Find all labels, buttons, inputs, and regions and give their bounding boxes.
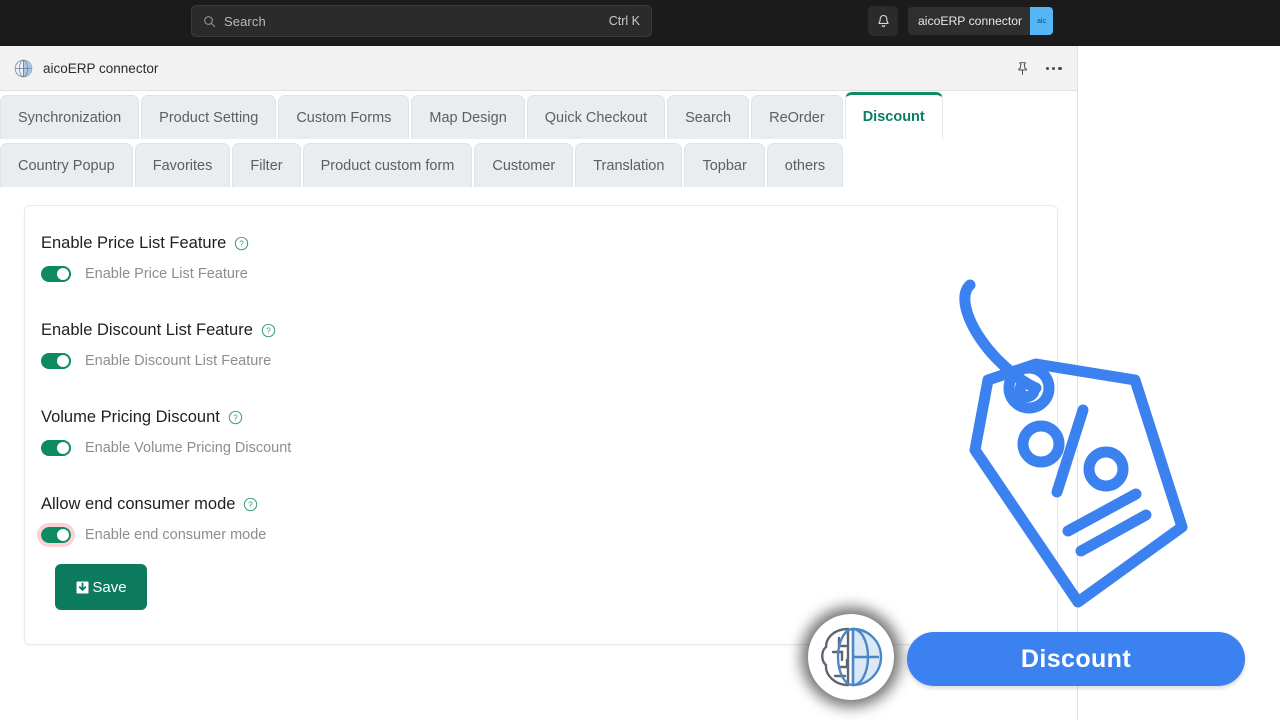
browser-top-bar: Search Ctrl K aicoERP connector aic [0, 0, 1280, 46]
question-circle-icon[interactable]: ? [228, 410, 243, 425]
setting-toggle-row: Enable end consumer mode [37, 523, 267, 547]
tab-label: Customer [492, 157, 556, 174]
setting-group: Volume Pricing Discount? Enable Volume Pr… [41, 408, 291, 456]
tab-topbar[interactable]: Topbar [684, 143, 765, 187]
ellipsis-icon[interactable] [1046, 66, 1063, 71]
setting-toggle-row: Enable Discount List Feature [41, 353, 276, 369]
tab-label: Translation [593, 157, 665, 174]
save-disk-icon [76, 581, 89, 593]
tab-label: Quick Checkout [544, 109, 648, 126]
app-header-actions [1015, 46, 1063, 91]
save-button[interactable]: Save [55, 564, 147, 610]
question-circle-icon[interactable]: ? [243, 497, 258, 512]
tab-label: Topbar [702, 157, 747, 174]
tab-product-setting[interactable]: Product Setting [141, 95, 277, 139]
tab-discount[interactable]: Discount [844, 92, 943, 139]
svg-text:?: ? [249, 501, 254, 510]
pin-icon[interactable] [1015, 61, 1030, 76]
tab-others[interactable]: others [766, 143, 844, 187]
tab-row-2: Country Popup Favorites Filter Product cust… [0, 139, 1077, 187]
tab-customer[interactable]: Customer [474, 143, 574, 187]
tab-label: Product custom form [320, 157, 455, 174]
toggle-label: Enable Discount List Feature [85, 353, 272, 369]
tab-label: Map Design [429, 109, 507, 126]
tab-map-design[interactable]: Map Design [411, 95, 525, 139]
setting-title-text: Enable Discount List Feature [41, 321, 253, 339]
setting-toggle-row: Enable Price List Feature [41, 266, 249, 282]
tab-label: Product Setting [159, 109, 259, 126]
tab-bar: Synchronization Product Setting Custom For… [0, 91, 1077, 187]
screen-root: Search Ctrl K aicoERP connector aic aico… [0, 0, 1280, 720]
tab-label: Search [685, 109, 732, 126]
setting-group-title: Allow end consumer mode? [41, 495, 266, 514]
setting-toggle-row: Enable Volume Pricing Discount [41, 440, 291, 456]
search-input[interactable]: Search Ctrl K [191, 5, 652, 37]
app-header: aicoERP connector [0, 46, 1077, 91]
tab-label: Discount [862, 109, 925, 125]
tab-label: ReOrder [769, 109, 825, 126]
setting-group: Allow end consumer mode? Enable end consu… [37, 495, 267, 547]
toggle-label: Enable Volume Pricing Discount [85, 440, 292, 456]
tab-favorites[interactable]: Favorites [134, 143, 231, 187]
discount-settings-card: Save Enable Price List Feature? Enable Pr… [24, 205, 1058, 645]
discount-tag-percent-icon [959, 279, 1188, 608]
account-name: aicoERP connector [918, 14, 1023, 28]
tab-label: Favorites [152, 157, 213, 174]
setting-group-title: Enable Price List Feature? [41, 234, 249, 253]
tab-translation[interactable]: Translation [575, 143, 683, 187]
tab-custom-forms[interactable]: Custom Forms [278, 95, 410, 139]
save-button-label: Save [92, 578, 127, 596]
setting-group-title: Enable Discount List Feature? [41, 321, 276, 340]
toggle-switch[interactable] [41, 353, 71, 369]
brain-globe-icon [14, 59, 33, 77]
brain-globe-icon [817, 623, 885, 691]
tab-label: Synchronization [18, 109, 122, 126]
tab-label: others [784, 157, 826, 174]
tab-synchronization[interactable]: Synchronization [0, 95, 140, 139]
setting-group: Enable Price List Feature? Enable Price L… [41, 234, 249, 282]
toggle-label: Enable end consumer mode [85, 527, 267, 543]
search-icon [204, 15, 216, 27]
svg-text:?: ? [233, 414, 238, 423]
tab-search[interactable]: Search [667, 95, 750, 139]
brand-logo-badge [808, 614, 894, 700]
setting-title-text: Enable Price List Feature [41, 234, 227, 252]
tab-quick-checkout[interactable]: Quick Checkout [526, 95, 666, 139]
tab-filter[interactable]: Filter [232, 143, 301, 187]
setting-title-text: Allow end consumer mode [41, 495, 236, 513]
toggle-label: Enable Price List Feature [85, 266, 248, 282]
tab-row-1: Synchronization Product Setting Custom For… [0, 92, 1077, 139]
app-window: aicoERP connector Synchronization Product… [0, 46, 1078, 720]
discount-badge: Discount [907, 632, 1245, 686]
tab-label: Filter [250, 157, 283, 174]
setting-title-text: Volume Pricing Discount [41, 408, 220, 426]
search-shortcut-hint: Ctrl K [608, 14, 640, 28]
search-placeholder-text: Search [224, 13, 266, 29]
discount-badge-label: Discount [1020, 644, 1132, 673]
avatar: aic [1030, 7, 1053, 35]
tab-country-popup[interactable]: Country Popup [0, 143, 133, 187]
tab-reorder[interactable]: ReOrder [751, 95, 843, 139]
svg-text:?: ? [266, 327, 271, 336]
tab-product-custom-form[interactable]: Product custom form [302, 143, 473, 187]
setting-group-title: Volume Pricing Discount? [41, 408, 291, 427]
setting-group: Enable Discount List Feature? Enable Disc… [41, 321, 276, 369]
app-title: aicoERP connector [43, 60, 159, 76]
account-chip[interactable]: aicoERP connector aic [908, 7, 1053, 35]
tab-label: Country Popup [18, 157, 115, 174]
tab-label: Custom Forms [296, 109, 392, 126]
question-circle-icon[interactable]: ? [234, 236, 249, 251]
svg-text:?: ? [240, 240, 245, 249]
question-circle-icon[interactable]: ? [261, 323, 276, 338]
notifications-button[interactable] [868, 6, 898, 36]
toggle-switch[interactable] [37, 523, 75, 547]
toggle-switch[interactable] [41, 440, 71, 456]
toggle-switch[interactable] [41, 266, 71, 282]
bell-icon [877, 14, 889, 27]
